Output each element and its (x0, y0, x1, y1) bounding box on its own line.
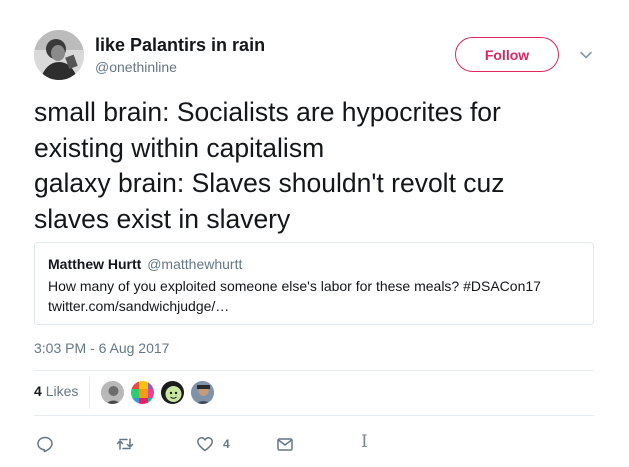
direct-message-button[interactable] (276, 434, 294, 454)
quoted-tweet[interactable]: Matthew Hurtt @matthewhurtt How many of … (34, 242, 594, 325)
retweet-button[interactable] (116, 434, 134, 454)
quoted-tweet-link[interactable]: twitter.com/sandwichjudge/… (48, 296, 581, 316)
text-cursor-icon: I (361, 432, 368, 452)
likes-label: Likes (45, 383, 79, 399)
stats-separator (89, 377, 90, 409)
quoted-tweet-text: How many of you exploited someone else's… (48, 278, 541, 294)
liker-avatar-4[interactable] (190, 380, 215, 405)
tweet-timestamp[interactable]: 3:03 PM - 6 Aug 2017 (34, 340, 169, 356)
stats-divider-bottom (34, 415, 594, 416)
quoted-tweet-author-handle: @matthewhurtt (147, 256, 243, 272)
tweet-text-line: slaves exist in slavery (34, 203, 291, 234)
reply-button[interactable] (36, 434, 54, 454)
retweet-icon (116, 438, 134, 450)
liker-avatar-3[interactable] (160, 380, 185, 405)
author-display-name[interactable]: like Palantirs in rain (95, 35, 265, 56)
author-avatar[interactable] (34, 30, 84, 80)
heart-icon (197, 437, 213, 452)
like-button[interactable]: 4 (196, 434, 230, 454)
quoted-tweet-header: Matthew Hurtt @matthewhurtt (48, 256, 581, 272)
author-handle[interactable]: @onethinline (95, 59, 177, 75)
liker-avatar-2[interactable] (130, 380, 155, 405)
tweet-text-line: galaxy brain: Slaves shouldn't revolt cu… (34, 168, 505, 198)
stats-divider-top (34, 370, 594, 371)
liker-avatar-1[interactable] (100, 380, 125, 405)
chevron-down-icon[interactable] (578, 47, 594, 63)
quoted-tweet-author-name: Matthew Hurtt (48, 256, 142, 272)
tweet-text-line: small brain: Socialists are hypocrites f… (34, 97, 501, 127)
likes-count: 4 (34, 383, 42, 399)
reply-icon (37, 436, 53, 453)
envelope-icon (277, 438, 293, 451)
quoted-tweet-body: How many of you exploited someone else's… (48, 276, 581, 316)
tweet-text-line: existing within capitalism (34, 132, 325, 163)
follow-button[interactable]: Follow (455, 37, 559, 72)
likes-stat[interactable]: 4 Likes (34, 383, 78, 399)
author-avatar-image (34, 30, 84, 80)
tweet-text: small brain: Socialists are hypocrites f… (34, 95, 614, 237)
like-count: 4 (223, 437, 230, 451)
tweet-card: like Palantirs in rain @onethinline Foll… (0, 0, 629, 467)
